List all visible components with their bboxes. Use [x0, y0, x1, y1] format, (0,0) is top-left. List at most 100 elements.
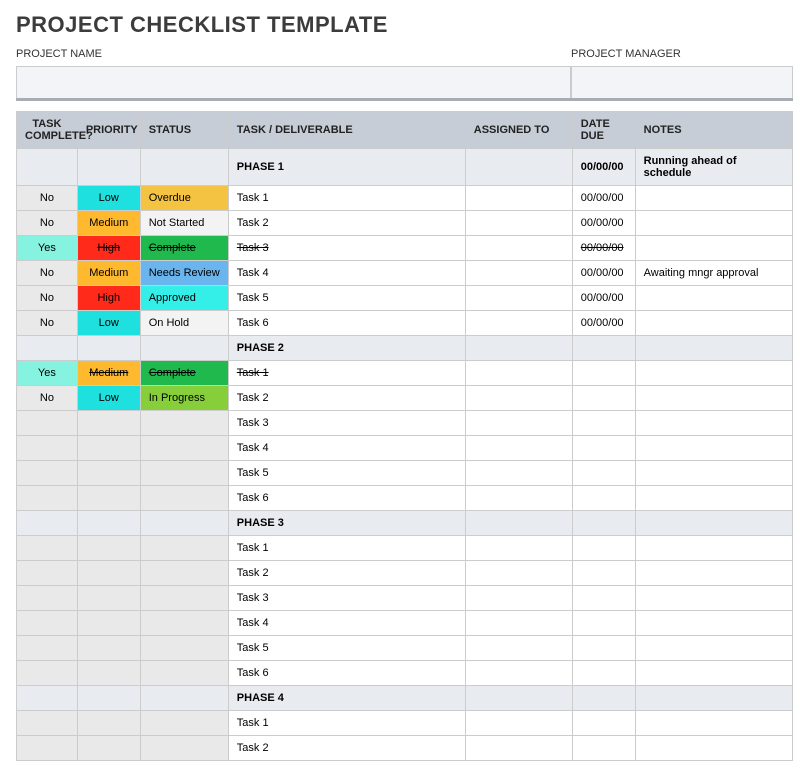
cell-task[interactable]: Task 2 — [228, 211, 465, 236]
cell-complete[interactable] — [17, 411, 78, 436]
cell-notes[interactable] — [635, 286, 792, 311]
cell-complete[interactable] — [17, 486, 78, 511]
cell-notes[interactable] — [635, 636, 792, 661]
cell-status[interactable] — [140, 149, 228, 186]
cell-notes[interactable]: Awaiting mngr approval — [635, 261, 792, 286]
cell-priority[interactable]: High — [77, 286, 140, 311]
cell-task[interactable]: Task 1 — [228, 186, 465, 211]
cell-notes[interactable] — [635, 386, 792, 411]
cell-task[interactable]: Task 4 — [228, 436, 465, 461]
cell-assigned[interactable] — [465, 336, 572, 361]
cell-notes[interactable] — [635, 486, 792, 511]
cell-task[interactable]: Task 4 — [228, 611, 465, 636]
cell-assigned[interactable] — [465, 661, 572, 686]
cell-notes[interactable] — [635, 536, 792, 561]
cell-assigned[interactable] — [465, 686, 572, 711]
cell-date[interactable] — [572, 611, 635, 636]
cell-priority[interactable] — [77, 436, 140, 461]
cell-priority[interactable]: Medium — [77, 361, 140, 386]
cell-priority[interactable] — [77, 336, 140, 361]
cell-status[interactable] — [140, 736, 228, 761]
cell-status[interactable] — [140, 486, 228, 511]
cell-assigned[interactable] — [465, 149, 572, 186]
cell-complete[interactable]: No — [17, 186, 78, 211]
cell-assigned[interactable] — [465, 486, 572, 511]
cell-priority[interactable] — [77, 586, 140, 611]
cell-task[interactable]: Task 2 — [228, 736, 465, 761]
cell-date[interactable] — [572, 336, 635, 361]
cell-task[interactable]: Task 5 — [228, 636, 465, 661]
cell-assigned[interactable] — [465, 561, 572, 586]
cell-task[interactable]: PHASE 4 — [228, 686, 465, 711]
cell-task[interactable]: Task 2 — [228, 386, 465, 411]
cell-notes[interactable] — [635, 411, 792, 436]
cell-status[interactable] — [140, 686, 228, 711]
cell-complete[interactable]: No — [17, 386, 78, 411]
cell-status[interactable] — [140, 511, 228, 536]
cell-task[interactable]: Task 1 — [228, 361, 465, 386]
cell-priority[interactable] — [77, 486, 140, 511]
cell-notes[interactable] — [635, 236, 792, 261]
cell-date[interactable]: 00/00/00 — [572, 261, 635, 286]
cell-assigned[interactable] — [465, 386, 572, 411]
cell-complete[interactable]: No — [17, 211, 78, 236]
cell-status[interactable]: Overdue — [140, 186, 228, 211]
cell-date[interactable] — [572, 386, 635, 411]
cell-notes[interactable] — [635, 311, 792, 336]
cell-priority[interactable] — [77, 636, 140, 661]
project-manager-input[interactable] — [571, 66, 793, 98]
cell-assigned[interactable] — [465, 261, 572, 286]
cell-date[interactable]: 00/00/00 — [572, 211, 635, 236]
cell-complete[interactable] — [17, 536, 78, 561]
cell-complete[interactable]: No — [17, 311, 78, 336]
cell-status[interactable] — [140, 636, 228, 661]
cell-assigned[interactable] — [465, 511, 572, 536]
cell-priority[interactable] — [77, 611, 140, 636]
cell-date[interactable] — [572, 436, 635, 461]
cell-date[interactable] — [572, 411, 635, 436]
cell-complete[interactable] — [17, 336, 78, 361]
cell-task[interactable]: Task 2 — [228, 561, 465, 586]
cell-task[interactable]: Task 6 — [228, 486, 465, 511]
cell-task[interactable]: PHASE 1 — [228, 149, 465, 186]
cell-status[interactable] — [140, 661, 228, 686]
cell-complete[interactable] — [17, 436, 78, 461]
cell-task[interactable]: Task 1 — [228, 536, 465, 561]
cell-date[interactable] — [572, 561, 635, 586]
cell-priority[interactable] — [77, 661, 140, 686]
cell-date[interactable] — [572, 636, 635, 661]
cell-status[interactable] — [140, 561, 228, 586]
cell-task[interactable]: Task 5 — [228, 461, 465, 486]
cell-assigned[interactable] — [465, 611, 572, 636]
cell-priority[interactable] — [77, 411, 140, 436]
cell-notes[interactable] — [635, 211, 792, 236]
cell-notes[interactable] — [635, 611, 792, 636]
cell-assigned[interactable] — [465, 286, 572, 311]
cell-status[interactable] — [140, 336, 228, 361]
cell-status[interactable] — [140, 611, 228, 636]
cell-date[interactable]: 00/00/00 — [572, 186, 635, 211]
cell-status[interactable] — [140, 436, 228, 461]
project-name-input[interactable] — [16, 66, 571, 98]
cell-date[interactable] — [572, 536, 635, 561]
cell-task[interactable]: Task 6 — [228, 661, 465, 686]
cell-assigned[interactable] — [465, 736, 572, 761]
cell-date[interactable]: 00/00/00 — [572, 236, 635, 261]
cell-assigned[interactable] — [465, 536, 572, 561]
cell-assigned[interactable] — [465, 186, 572, 211]
cell-date[interactable] — [572, 461, 635, 486]
cell-status[interactable]: Approved — [140, 286, 228, 311]
cell-status[interactable] — [140, 536, 228, 561]
cell-notes[interactable] — [635, 686, 792, 711]
cell-priority[interactable] — [77, 736, 140, 761]
cell-complete[interactable]: Yes — [17, 236, 78, 261]
cell-notes[interactable] — [635, 586, 792, 611]
cell-priority[interactable] — [77, 511, 140, 536]
cell-task[interactable]: Task 4 — [228, 261, 465, 286]
cell-assigned[interactable] — [465, 211, 572, 236]
cell-task[interactable]: PHASE 2 — [228, 336, 465, 361]
cell-status[interactable] — [140, 586, 228, 611]
cell-priority[interactable]: Low — [77, 311, 140, 336]
cell-status[interactable]: Complete — [140, 361, 228, 386]
cell-complete[interactable]: Yes — [17, 361, 78, 386]
